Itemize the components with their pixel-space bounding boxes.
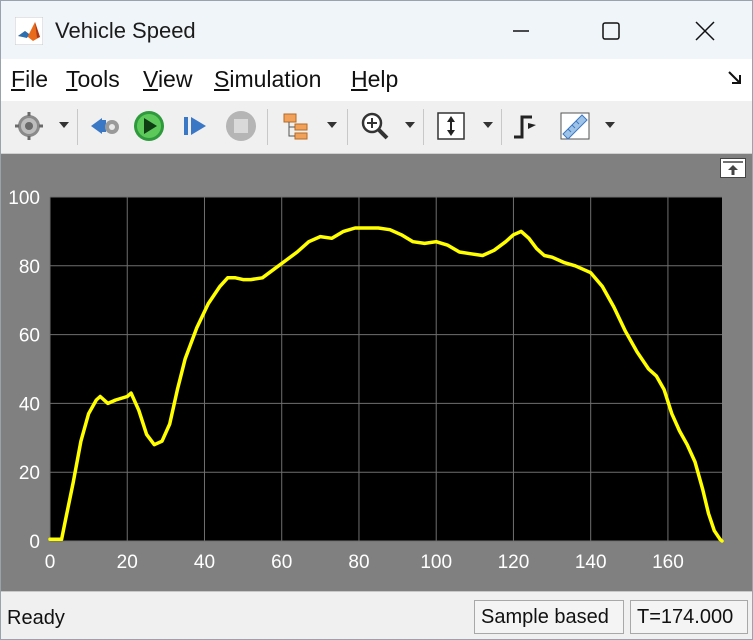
y-tick-label: 0 xyxy=(29,532,40,553)
plot-axes-background xyxy=(50,197,722,541)
x-tick-label: 0 xyxy=(45,552,56,573)
menu-bar: File Tools View Simulation Help xyxy=(1,59,752,101)
settings-dropdown-caret[interactable] xyxy=(59,122,69,128)
step-forward-icon xyxy=(184,117,206,135)
toolbar-separator xyxy=(77,109,78,145)
simulation-time-readout: T=174.000 xyxy=(630,600,748,634)
hierarchy-dropdown-caret[interactable] xyxy=(327,122,337,128)
minimize-button[interactable] xyxy=(498,9,544,53)
maximize-button[interactable] xyxy=(588,9,634,53)
measurements-dropdown-caret[interactable] xyxy=(605,122,615,128)
autoscale-button[interactable] xyxy=(433,109,469,143)
stop-icon xyxy=(226,111,256,141)
zoom-button[interactable] xyxy=(357,109,393,143)
status-text: Ready xyxy=(7,607,65,629)
menu-file[interactable]: File xyxy=(11,66,48,93)
menu-simulation[interactable]: Simulation xyxy=(214,66,321,93)
scope-display: 0 20 40 60 80 100 120 140 160 0 20 40 60 80 100 xyxy=(1,154,752,591)
matlab-logo-icon xyxy=(15,17,43,45)
step-back-icon xyxy=(91,118,119,134)
signal-hierarchy-icon xyxy=(283,113,308,140)
zoom-dropdown-caret[interactable] xyxy=(405,122,415,128)
measurements-button[interactable] xyxy=(555,109,595,143)
gear-icon xyxy=(15,112,43,140)
toolbar-separator xyxy=(347,109,348,145)
x-tick-label: 100 xyxy=(420,552,452,573)
menu-help[interactable]: Help xyxy=(351,66,398,93)
close-icon xyxy=(695,21,715,41)
y-tick-label: 100 xyxy=(8,188,40,209)
title-bar: Vehicle Speed xyxy=(1,1,752,59)
close-button[interactable] xyxy=(682,9,728,53)
y-tick-label: 40 xyxy=(19,394,40,415)
x-tick-label: 120 xyxy=(498,552,530,573)
signal-hierarchy-button[interactable] xyxy=(279,109,315,143)
run-icon xyxy=(134,111,164,141)
dock-arrow-icon[interactable] xyxy=(726,69,744,87)
step-back-button[interactable] xyxy=(87,109,123,143)
y-tick-label: 80 xyxy=(19,257,40,278)
status-bar: Ready Sample based T=174.000 xyxy=(1,591,752,639)
toolbar-separator xyxy=(501,109,502,145)
trigger-icon xyxy=(514,115,536,139)
minimize-icon xyxy=(513,30,529,32)
autoscale-icon xyxy=(437,112,465,140)
scope-window: Vehicle Speed File Tools View Simulation… xyxy=(0,0,753,640)
autoscale-dropdown-caret[interactable] xyxy=(483,122,493,128)
x-tick-label: 20 xyxy=(117,552,138,573)
maximize-icon xyxy=(602,22,620,40)
toolbar-separator xyxy=(267,109,268,145)
toolbar xyxy=(1,101,752,154)
window-title: Vehicle Speed xyxy=(55,18,196,43)
x-tick-label: 160 xyxy=(652,552,684,573)
measure-icon xyxy=(560,112,590,140)
sample-mode-indicator: Sample based xyxy=(474,600,624,634)
y-tick-label: 20 xyxy=(19,463,40,484)
stop-button[interactable] xyxy=(223,109,259,143)
zoom-icon xyxy=(361,112,389,140)
settings-button[interactable] xyxy=(11,109,47,143)
y-tick-label: 60 xyxy=(19,326,40,347)
menu-view[interactable]: View xyxy=(143,66,192,93)
trigger-button[interactable] xyxy=(507,109,543,143)
toolbar-separator xyxy=(423,109,424,145)
run-button[interactable] xyxy=(131,109,167,143)
x-tick-label: 140 xyxy=(575,552,607,573)
x-tick-label: 40 xyxy=(194,552,215,573)
menu-tools[interactable]: Tools xyxy=(66,66,120,93)
x-tick-label: 80 xyxy=(348,552,369,573)
speed-plot: 0 20 40 60 80 100 120 140 160 0 20 40 60 80 100 xyxy=(8,188,724,573)
x-tick-label: 60 xyxy=(271,552,292,573)
step-forward-button[interactable] xyxy=(177,109,213,143)
